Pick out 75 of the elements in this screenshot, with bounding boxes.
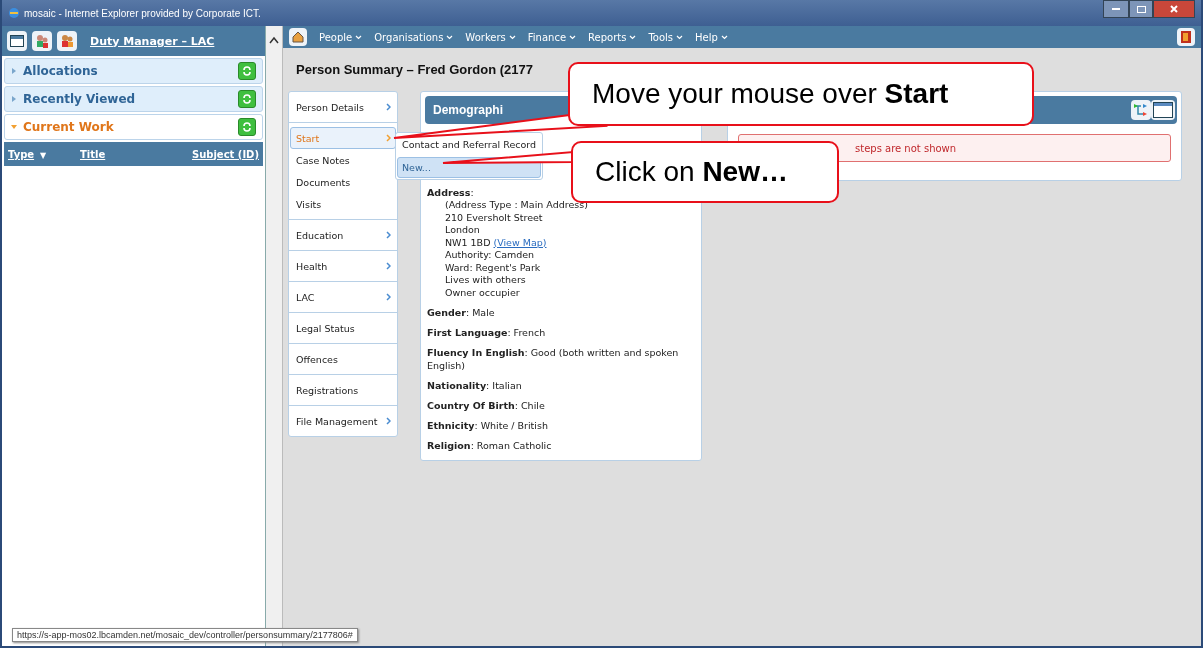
- caret-icon: [629, 34, 637, 40]
- address-line: London: [445, 224, 481, 237]
- maximize-button[interactable]: [1129, 0, 1153, 18]
- nav-menu[interactable]: Workers: [465, 31, 516, 43]
- caret-icon: [720, 34, 728, 40]
- field-text: Nationality: Italian: [427, 379, 523, 392]
- menu-item[interactable]: LAC: [290, 286, 396, 308]
- maximize-icon: [1136, 5, 1146, 13]
- nav-menu[interactable]: Help: [695, 31, 728, 43]
- caret-right-icon: [11, 68, 17, 74]
- field-text: First Language: French: [427, 326, 547, 339]
- caret-down-icon: [11, 124, 17, 130]
- nav-menu[interactable]: Reports: [588, 31, 637, 43]
- menu-item[interactable]: Registrations: [290, 379, 396, 401]
- field-text: Religion: Roman Catholic: [427, 439, 553, 452]
- refresh-icon[interactable]: [238, 90, 256, 108]
- nav-menu[interactable]: Finance: [527, 31, 577, 43]
- menu-item[interactable]: Offences: [290, 348, 396, 370]
- refresh-icon[interactable]: [238, 118, 256, 136]
- menu-item[interactable]: Start: [290, 127, 396, 149]
- caret-icon: [446, 34, 454, 40]
- section-title: Recently Viewed: [23, 92, 137, 106]
- team-icon[interactable]: [57, 31, 77, 51]
- column-header[interactable]: Type ▼: [8, 148, 80, 160]
- window-title: mosaic - Internet Explorer provided by Corporate ICT.: [24, 7, 262, 19]
- nav-menu[interactable]: Organisations: [374, 31, 454, 43]
- field-text: Country Of Birth: Chile: [427, 399, 546, 412]
- column-header[interactable]: Title: [80, 148, 192, 160]
- menu-item[interactable]: File Management: [290, 410, 396, 432]
- view-map-link[interactable]: (View Map): [493, 236, 547, 248]
- browser-icon: [8, 7, 20, 19]
- minimize-icon: [1112, 7, 1120, 11]
- people-icon[interactable]: [32, 31, 52, 51]
- address-line: Authority: Camden: [445, 249, 536, 262]
- menu-item[interactable]: Case Notes: [290, 149, 396, 171]
- scroll-up-icon[interactable]: [269, 36, 279, 44]
- caret-right-icon: [11, 96, 17, 102]
- exit-icon[interactable]: [1177, 28, 1195, 46]
- section-title: Allocations: [23, 64, 99, 78]
- caret-icon: [676, 34, 684, 40]
- field-text: Fluency In English: Good (both written and spoken English): [427, 346, 680, 372]
- address-line: NW1 1BD (View Map): [445, 236, 548, 249]
- window-icon[interactable]: [1151, 100, 1175, 120]
- close-button[interactable]: [1153, 0, 1195, 18]
- callout-bubble: Click on New…: [571, 141, 839, 203]
- menu-item[interactable]: Documents: [290, 171, 396, 193]
- accordion-header[interactable]: Allocations: [4, 58, 263, 84]
- field-text: Ethnicity: White / British: [427, 419, 549, 432]
- home-icon[interactable]: [289, 28, 307, 46]
- nav-menu[interactable]: People: [319, 31, 363, 43]
- address-line: Lives with others: [445, 274, 527, 287]
- page-title: Person Summary – Fred Gordon (2177: [296, 62, 534, 77]
- caret-icon: [355, 34, 363, 40]
- address-line: 210 Eversholt Street: [445, 211, 544, 224]
- menu-item[interactable]: Visits: [290, 193, 396, 215]
- field-label: Address:: [427, 186, 474, 199]
- column-header[interactable]: Subject (ID): [191, 148, 259, 160]
- window-icon[interactable]: [7, 31, 27, 51]
- caret-icon: [569, 34, 577, 40]
- status-url: https://s-app-mos02.lbcamden.net/mosaic_dev/controller/personsummary/2177806#: [12, 628, 358, 642]
- accordion-header[interactable]: Recently Viewed: [4, 86, 263, 112]
- menu-item[interactable]: Legal Status: [290, 317, 396, 339]
- field-text: Gender: Male: [427, 306, 496, 319]
- refresh-icon[interactable]: [238, 62, 256, 80]
- section-title: Current Work: [23, 120, 115, 134]
- address-line: Owner occupier: [445, 286, 521, 299]
- caret-icon: [508, 34, 516, 40]
- accordion-header[interactable]: Current Work: [4, 114, 263, 140]
- address-line: Ward: Regent's Park: [445, 261, 542, 274]
- close-icon: [1170, 5, 1178, 13]
- nav-menu[interactable]: Tools: [648, 31, 684, 43]
- menu-item[interactable]: Health: [290, 255, 396, 277]
- menu-item[interactable]: Education: [290, 224, 396, 246]
- minimize-button[interactable]: [1103, 0, 1129, 18]
- menu-item[interactable]: Person Details: [290, 96, 396, 118]
